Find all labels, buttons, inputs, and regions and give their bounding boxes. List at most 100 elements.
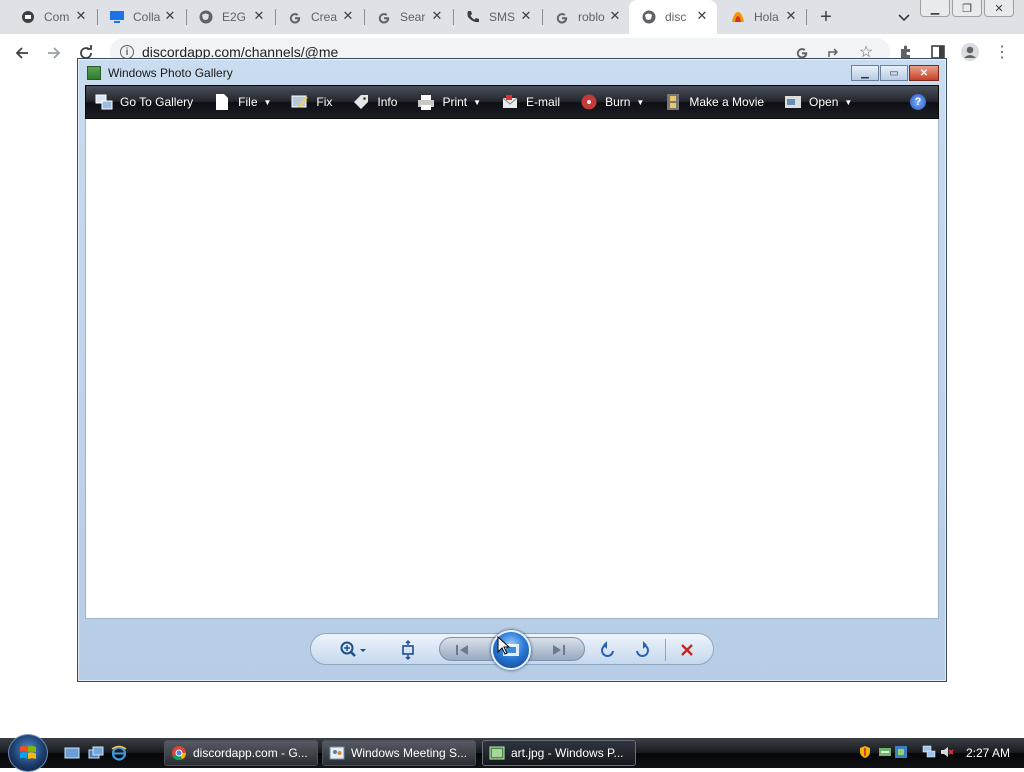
browser-tab-7[interactable]: roblo ✕ — [542, 0, 630, 34]
roblox-studio-icon — [20, 9, 36, 25]
command-label: File — [238, 95, 258, 109]
delete-icon[interactable] — [676, 639, 698, 661]
profile-avatar-icon[interactable] — [960, 42, 980, 62]
info-button[interactable]: Info — [343, 85, 408, 119]
close-tab-icon[interactable]: ✕ — [163, 9, 177, 23]
email-icon — [501, 93, 519, 111]
info-tag-icon — [352, 93, 370, 111]
rotate-clockwise-icon[interactable] — [631, 639, 653, 661]
fix-button[interactable]: Fix — [282, 85, 343, 119]
tab-title: Sear — [400, 10, 426, 24]
switch-windows-icon[interactable] — [88, 745, 104, 761]
windows-logo-icon — [20, 745, 36, 759]
dropdown-arrow-icon: ▼ — [844, 97, 853, 107]
restore-icon[interactable]: ❐ — [952, 0, 982, 17]
meeting-space-icon — [329, 745, 345, 761]
rotate-counterclockwise-icon[interactable] — [597, 639, 619, 661]
disc-burn-icon — [580, 93, 598, 111]
browser-tab-1[interactable]: Com ✕ — [8, 0, 96, 34]
open-menu-button[interactable]: Open ▼ — [775, 85, 863, 119]
command-label: Print — [442, 95, 468, 109]
new-tab-button[interactable]: + — [816, 7, 836, 27]
go-to-gallery-button[interactable]: Go To Gallery — [86, 85, 204, 119]
browser-tab-4[interactable]: Crea ✕ — [275, 0, 363, 34]
window-title: Windows Photo Gallery — [108, 66, 233, 80]
photo-gallery-window: Windows Photo Gallery ▁ ▭ ✕ Go To Galler… — [77, 58, 947, 682]
start-button[interactable] — [8, 734, 48, 772]
previous-icon[interactable] — [452, 639, 474, 661]
tray-tool-icon[interactable] — [878, 745, 892, 759]
taskbar-button-label: art.jpg - Windows P... — [511, 746, 624, 760]
make-a-movie-button[interactable]: Make a Movie — [655, 85, 775, 119]
image-viewer-area[interactable] — [85, 119, 939, 619]
print-menu-button[interactable]: Print ▼ — [408, 85, 492, 119]
file-menu-button[interactable]: File ▼ — [204, 85, 282, 119]
next-icon[interactable] — [547, 639, 569, 661]
tab-title: Colla — [133, 10, 161, 24]
close-tab-icon[interactable]: ✕ — [695, 9, 709, 23]
command-label: Go To Gallery — [120, 95, 194, 109]
site-info-icon[interactable]: i — [120, 45, 134, 59]
tab-title: E2G — [222, 10, 247, 24]
fit-to-window-icon[interactable] — [397, 639, 419, 661]
burn-menu-button[interactable]: Burn ▼ — [571, 85, 655, 119]
command-label: E-mail — [526, 95, 561, 109]
file-icon — [213, 93, 231, 111]
email-button[interactable]: E-mail — [492, 85, 571, 119]
dropdown-arrow-icon: ▼ — [473, 97, 482, 107]
open-icon — [784, 93, 802, 111]
taskbar-button-photo-gallery[interactable]: art.jpg - Windows P... — [482, 740, 636, 766]
tab-search-chevron-icon[interactable] — [896, 9, 912, 25]
chrome-icon — [171, 745, 187, 761]
viewer-controls-bar — [310, 630, 714, 670]
internet-explorer-icon[interactable] — [111, 745, 127, 761]
browser-window-controls: ▁ ❐ ✕ — [918, 0, 1014, 17]
browser-tab-strip: Com ✕ Colla ✕ E2G ✕ Crea ✕ Sear ✕ SMS ✕ … — [0, 0, 1024, 34]
network-icon[interactable] — [922, 745, 936, 759]
browser-tab-9[interactable]: Hola ✕ — [718, 0, 806, 34]
command-label: Open — [809, 95, 839, 109]
tab-title: disc — [665, 10, 687, 24]
forward-arrow-icon[interactable] — [44, 43, 64, 63]
google-icon — [287, 9, 303, 25]
gallery-icon — [95, 93, 113, 111]
close-tab-icon[interactable]: ✕ — [784, 9, 798, 23]
close-tab-icon[interactable]: ✕ — [430, 9, 444, 23]
browser-tab-8-active[interactable]: disc ✕ — [629, 0, 717, 34]
close-tab-icon[interactable]: ✕ — [74, 9, 88, 23]
volume-muted-icon[interactable] — [940, 745, 954, 759]
browser-tab-2[interactable]: Colla ✕ — [97, 0, 185, 34]
monitor-icon — [109, 9, 125, 25]
browser-tab-3[interactable]: E2G ✕ — [186, 0, 274, 34]
command-label: Burn — [605, 95, 631, 109]
window-titlebar[interactable]: Windows Photo Gallery ▁ ▭ ✕ — [78, 59, 946, 87]
close-tab-icon[interactable]: ✕ — [608, 9, 622, 23]
close-tab-icon[interactable]: ✕ — [519, 9, 533, 23]
hola-icon — [730, 9, 746, 25]
taskbar-button-meeting-space[interactable]: Windows Meeting S... — [322, 740, 476, 766]
taskbar-clock[interactable]: 2:27 AM — [966, 746, 1010, 760]
back-arrow-icon[interactable] — [12, 43, 32, 63]
show-desktop-icon[interactable] — [64, 745, 80, 761]
minimize-icon[interactable]: ▁ — [851, 65, 879, 81]
security-shield-icon[interactable] — [858, 745, 872, 759]
close-tab-icon[interactable]: ✕ — [341, 9, 355, 23]
close-icon[interactable]: ✕ — [984, 0, 1014, 17]
help-icon[interactable]: ? — [910, 94, 926, 110]
dropdown-arrow-icon: ▼ — [636, 97, 645, 107]
close-icon[interactable]: ✕ — [909, 65, 939, 81]
tab-title: roblo — [578, 10, 605, 24]
browser-tab-6[interactable]: SMS ✕ — [453, 0, 541, 34]
close-tab-icon[interactable]: ✕ — [252, 9, 266, 23]
tray-app-icon[interactable] — [894, 745, 908, 759]
mouse-cursor-icon — [497, 635, 511, 656]
tab-title: Crea — [311, 10, 338, 24]
browser-tab-5[interactable]: Sear ✕ — [364, 0, 452, 34]
zoom-icon[interactable] — [339, 639, 369, 661]
google-icon — [554, 9, 570, 25]
maximize-icon[interactable]: ▭ — [880, 65, 908, 81]
taskbar-button-chrome[interactable]: discordapp.com - G... — [164, 740, 318, 766]
minimize-icon[interactable]: ▁ — [920, 0, 950, 17]
globe-icon — [198, 9, 214, 25]
more-menu-icon[interactable]: ⋮ — [992, 42, 1012, 62]
